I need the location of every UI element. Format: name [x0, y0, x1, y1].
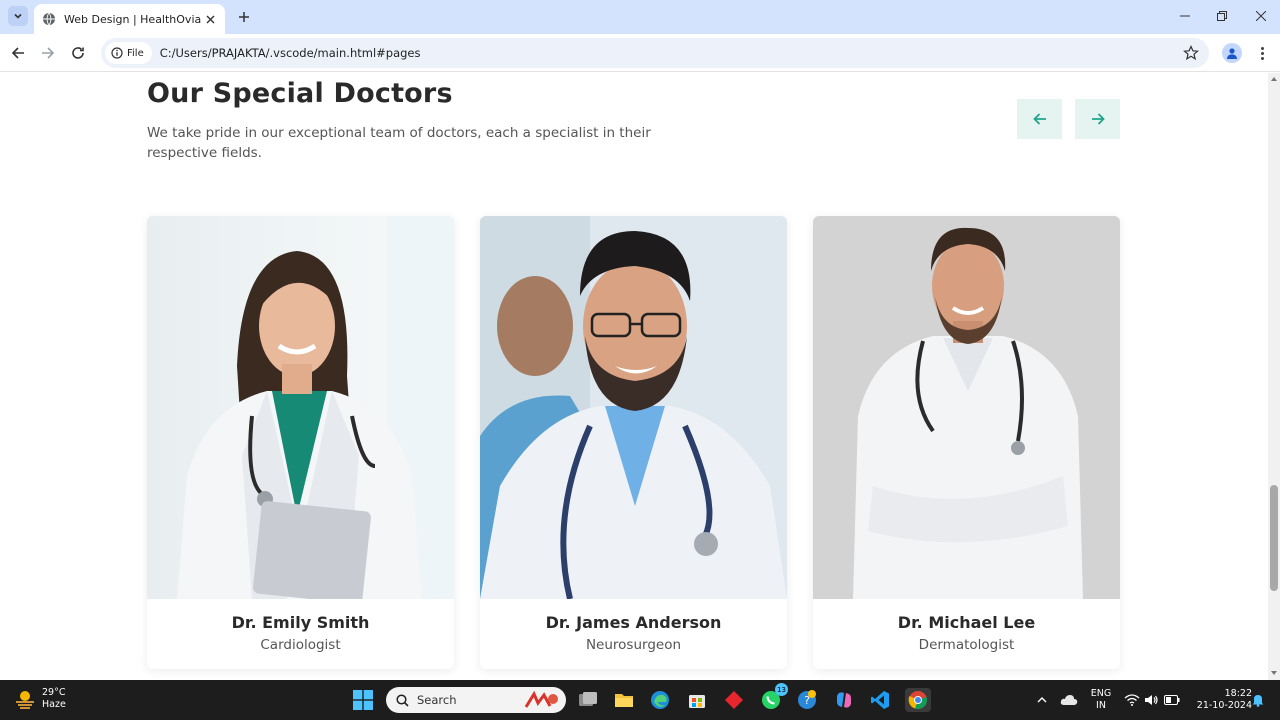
- clock[interactable]: 18:22 21-10-2024: [1188, 688, 1252, 712]
- url-text[interactable]: C:/Users/PRAJAKTA/.vscode/main.html#page…: [160, 46, 421, 60]
- svg-text:?: ?: [804, 694, 810, 707]
- chip-label: File: [127, 47, 144, 59]
- back-button[interactable]: [8, 43, 28, 63]
- restore-icon: [1217, 11, 1227, 21]
- weather-haze-icon: [16, 691, 34, 709]
- next-slide-button[interactable]: [1075, 99, 1120, 139]
- app-diamond-icon[interactable]: [722, 688, 746, 712]
- scroll-up-arrow[interactable]: [1271, 77, 1277, 81]
- doctor-name: Dr. James Anderson: [545, 613, 722, 632]
- search-highlight-icon: [524, 691, 558, 708]
- browser-toolbar: File C:/Users/PRAJAKTA/.vscode/main.html…: [0, 34, 1280, 72]
- doctor-specialty: Neurosurgeon: [585, 637, 682, 653]
- close-icon: [1256, 11, 1266, 21]
- browser-tab[interactable]: Web Design | HealthOvia: [34, 4, 225, 34]
- page-viewport: Our Special Doctors We take pride in our…: [0, 73, 1268, 680]
- close-window-button[interactable]: [1249, 6, 1273, 26]
- search-label: Search: [417, 693, 457, 707]
- battery-icon[interactable]: [1160, 688, 1184, 712]
- prev-slide-button[interactable]: [1017, 99, 1062, 139]
- arrow-left-icon: [1032, 113, 1046, 125]
- minimize-icon: [1180, 15, 1190, 17]
- reload-icon: [72, 47, 84, 59]
- forward-button[interactable]: [38, 43, 58, 63]
- doctor-specialty: Dermatologist: [918, 637, 1015, 653]
- help-app-icon[interactable]: ?: [795, 688, 819, 712]
- store-icon[interactable]: [685, 688, 709, 712]
- taskbar-search[interactable]: Search: [386, 687, 566, 713]
- person-icon: [1227, 48, 1237, 59]
- doctor-card[interactable]: Dr. Emily Smith Cardiologist: [147, 216, 454, 669]
- notification-badge: 13: [775, 683, 788, 696]
- reload-button[interactable]: [68, 43, 88, 63]
- new-tab-button[interactable]: [235, 8, 253, 26]
- bookmark-star-icon[interactable]: [1183, 45, 1199, 61]
- page-scrollbar[interactable]: [1268, 73, 1280, 680]
- browser-menu-button[interactable]: [1254, 43, 1270, 63]
- doctor-photo: [147, 216, 454, 599]
- tab-search-button[interactable]: [8, 6, 28, 26]
- onedrive-cloud-icon[interactable]: [1057, 688, 1081, 712]
- scroll-down-arrow[interactable]: [1271, 671, 1277, 675]
- language-indicator[interactable]: ENG IN: [1086, 688, 1116, 712]
- windows-icon: [353, 690, 373, 710]
- clock-time: 18:22: [1224, 688, 1252, 699]
- start-button[interactable]: [351, 688, 375, 712]
- doctor-photo: [480, 216, 787, 599]
- tab-title: Web Design | HealthOvia: [64, 12, 202, 26]
- edge-browser-icon[interactable]: [648, 688, 672, 712]
- minimize-button[interactable]: [1173, 6, 1197, 26]
- plus-icon: [239, 12, 249, 22]
- language-code: ENG: [1090, 688, 1112, 699]
- chrome-icon[interactable]: [905, 688, 931, 712]
- vscode-icon[interactable]: [868, 688, 892, 712]
- arrow-left-icon: [11, 47, 24, 59]
- profile-avatar[interactable]: [1222, 43, 1242, 63]
- info-icon: [111, 47, 123, 59]
- notification-bell-icon[interactable]: [1246, 688, 1270, 712]
- address-bar[interactable]: File C:/Users/PRAJAKTA/.vscode/main.html…: [101, 38, 1209, 68]
- arrow-right-icon: [1091, 113, 1105, 125]
- chevron-down-icon: [14, 13, 22, 19]
- doctor-specialty: Cardiologist: [260, 637, 341, 653]
- section-title: Our Special Doctors: [147, 78, 453, 109]
- arrow-right-icon: [42, 47, 55, 59]
- task-view-icon[interactable]: [576, 688, 600, 712]
- scroll-thumb[interactable]: [1270, 485, 1278, 591]
- search-icon: [396, 693, 409, 707]
- clock-date: 21-10-2024: [1196, 700, 1252, 711]
- doctor-name: Dr. Michael Lee: [897, 613, 1036, 632]
- doctor-card[interactable]: Dr. Michael Lee Dermatologist: [813, 216, 1120, 669]
- weather-condition: Haze: [42, 699, 66, 710]
- doctor-photo: [813, 216, 1120, 599]
- temperature: 29°C: [42, 687, 66, 698]
- whatsapp-icon[interactable]: 13: [759, 683, 788, 712]
- doctor-card[interactable]: Dr. James Anderson Neurosurgeon: [480, 216, 787, 669]
- weather-widget[interactable]: 29°C Haze: [14, 687, 66, 711]
- section-description: We take pride in our exceptional team of…: [147, 125, 651, 161]
- file-explorer-icon[interactable]: [612, 688, 636, 712]
- restore-button[interactable]: [1210, 6, 1234, 26]
- close-tab-icon[interactable]: [203, 12, 217, 26]
- doctor-name: Dr. Emily Smith: [231, 613, 370, 632]
- show-hidden-icons-chevron-icon[interactable]: [1030, 688, 1054, 712]
- site-info-chip[interactable]: File: [105, 42, 152, 64]
- globe-icon: [42, 12, 56, 26]
- region-code: IN: [1096, 700, 1106, 711]
- taskbar: 29°C Haze Search 13 ? ENG IN 18:22 21-10…: [0, 680, 1280, 720]
- tab-strip: Web Design | HealthOvia: [0, 0, 1280, 34]
- copilot-icon[interactable]: [832, 688, 856, 712]
